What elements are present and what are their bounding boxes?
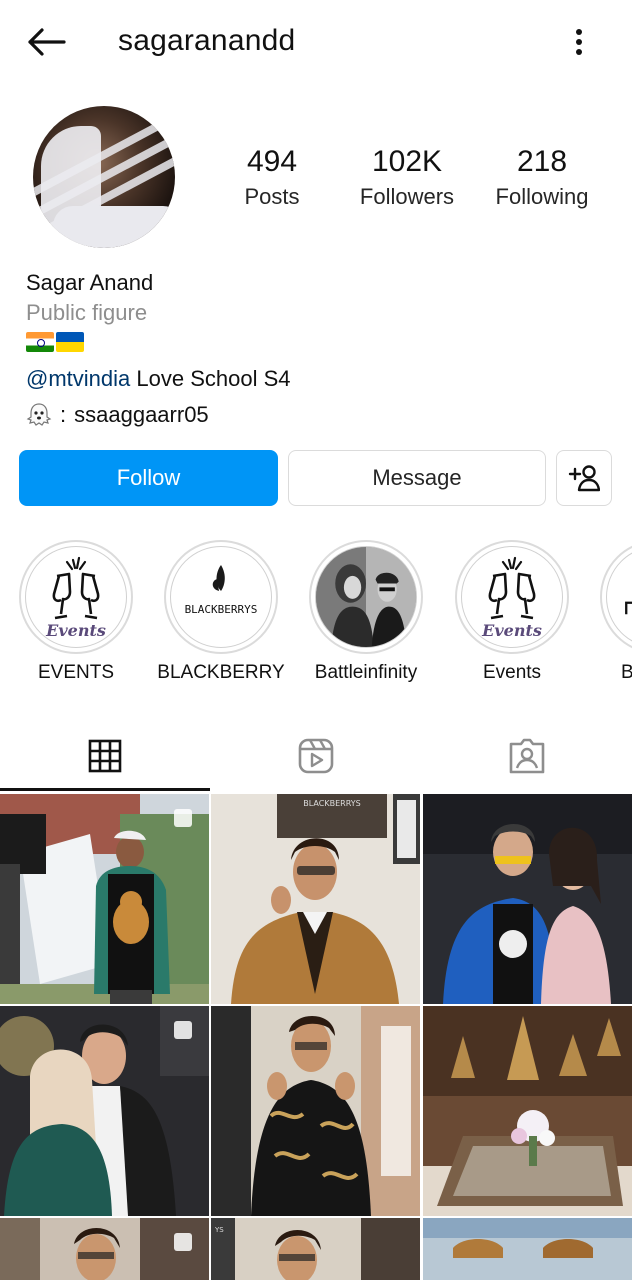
post-photo xyxy=(423,1006,632,1216)
battleinfinity-photo xyxy=(316,547,416,647)
post-thumbnail[interactable] xyxy=(423,1218,632,1280)
post-thumbnail[interactable]: YS xyxy=(211,1218,420,1280)
bio-mention-link[interactable]: @mtvindia xyxy=(26,366,130,391)
partial-highlight-art xyxy=(625,601,632,615)
snapchat-handle: ssaaggaarr05 xyxy=(74,402,209,427)
post-thumbnail[interactable] xyxy=(0,1218,209,1280)
grid-icon xyxy=(88,739,122,773)
highlight-blackberry[interactable]: BLACKBERRYS BLACKBERRY xyxy=(151,540,291,684)
profile-avatar[interactable] xyxy=(33,106,175,248)
highlight-label: EVENTS xyxy=(37,662,115,683)
followers-label: Followers xyxy=(359,184,455,209)
message-button[interactable]: Message xyxy=(288,450,546,506)
stat-following[interactable]: 218 Following xyxy=(488,144,596,212)
highlight-ring: Events xyxy=(19,540,133,654)
blackberrys-logo-art: BLACKBERRYS xyxy=(185,565,258,616)
arrow-left-icon xyxy=(28,28,66,56)
highlight-events-2[interactable]: Events Events xyxy=(442,540,582,684)
avatar-cloth-shape xyxy=(53,206,175,248)
profile-display-name: Sagar Anand xyxy=(26,270,154,295)
tab-posts-grid[interactable] xyxy=(0,720,210,792)
reels-icon xyxy=(298,738,334,774)
snapchat-separator: : xyxy=(60,402,67,427)
post-photo xyxy=(423,794,632,1004)
tab-tagged[interactable] xyxy=(422,720,632,792)
posts-label: Posts xyxy=(244,184,300,209)
ukraine-flag-icon xyxy=(56,332,84,352)
following-label: Following xyxy=(495,184,589,209)
post-thumbnail[interactable] xyxy=(423,794,632,1004)
back-button[interactable] xyxy=(22,22,70,62)
post-photo xyxy=(423,1218,632,1280)
active-tab-indicator xyxy=(0,788,210,791)
post-thumbnail[interactable] xyxy=(0,1006,209,1216)
highlight-ring xyxy=(309,540,423,654)
followers-count: 102K xyxy=(371,145,443,178)
highlight-battleinfinity[interactable]: Battleinfinity xyxy=(296,540,436,684)
champagne-events-icon: Events xyxy=(25,546,127,648)
follow-button[interactable]: Follow xyxy=(19,450,278,506)
blackberrys-logo: BLACKBERRYS xyxy=(170,546,272,648)
multiple-posts-icon xyxy=(174,1021,192,1039)
post-thumbnail[interactable] xyxy=(423,1006,632,1216)
highlight-events[interactable]: Events EVENTS xyxy=(6,540,146,684)
stat-posts[interactable]: 494 Posts xyxy=(232,144,312,212)
profile-username: sagaranandd xyxy=(118,24,296,57)
highlight-partial[interactable]: B xyxy=(587,540,632,684)
stat-followers[interactable]: 102K Followers xyxy=(352,144,462,212)
highlight-ring xyxy=(600,540,632,654)
post-sign-text: BLACKBERRYS xyxy=(303,799,360,808)
more-options-button[interactable] xyxy=(562,22,596,62)
profile-category: Public figure xyxy=(26,300,148,325)
tagged-person-icon xyxy=(509,738,545,774)
champagne-events-icon: Events xyxy=(461,546,563,648)
add-person-icon xyxy=(568,465,600,492)
bio-text: Love School S4 xyxy=(130,366,291,391)
post-sign-text: YS xyxy=(214,1226,224,1234)
snapchat-line: : ssaaggaarr05 xyxy=(26,402,209,428)
posts-count: 494 xyxy=(246,145,298,178)
bio-line: @mtvindia Love School S4 xyxy=(26,366,291,392)
highlight-label: BLACKBERRY xyxy=(157,662,285,683)
highlight-ring: Events xyxy=(455,540,569,654)
post-photo: BLACKBERRYS xyxy=(211,794,420,1004)
profile-tabs xyxy=(0,720,632,792)
post-thumbnail[interactable] xyxy=(211,1006,420,1216)
following-count: 218 xyxy=(516,145,568,178)
partial-highlight xyxy=(606,546,632,648)
multiple-posts-icon xyxy=(174,809,192,827)
events-art-text: Events xyxy=(45,621,106,640)
highlight-label: Events xyxy=(482,662,542,683)
blackberrys-art-text: BLACKBERRYS xyxy=(185,603,258,616)
photo-thumbnail xyxy=(315,546,417,648)
india-flag-icon xyxy=(26,332,54,352)
suggest-accounts-button[interactable] xyxy=(556,450,612,506)
highlight-ring: BLACKBERRYS xyxy=(164,540,278,654)
highlight-label: B xyxy=(621,662,632,683)
top-bar: sagaranandd xyxy=(0,0,632,84)
post-photo: YS xyxy=(211,1218,420,1280)
champagne-glasses-icon: Events xyxy=(481,556,542,640)
ghost-icon xyxy=(26,403,52,426)
post-thumbnail[interactable] xyxy=(0,794,209,1004)
tab-reels[interactable] xyxy=(211,720,421,792)
multiple-posts-icon xyxy=(174,1233,192,1251)
events-art-text: Events xyxy=(481,621,542,640)
highlight-label: Battleinfinity xyxy=(314,662,418,683)
post-thumbnail[interactable]: BLACKBERRYS xyxy=(211,794,420,1004)
bio-flags xyxy=(26,332,84,352)
post-photo xyxy=(211,1006,420,1216)
more-vertical-icon xyxy=(576,29,582,55)
champagne-glasses-icon: Events xyxy=(45,556,106,640)
story-highlights: Events EVENTS BLACKBERRYS BLACKBERRY Bat… xyxy=(0,540,632,690)
